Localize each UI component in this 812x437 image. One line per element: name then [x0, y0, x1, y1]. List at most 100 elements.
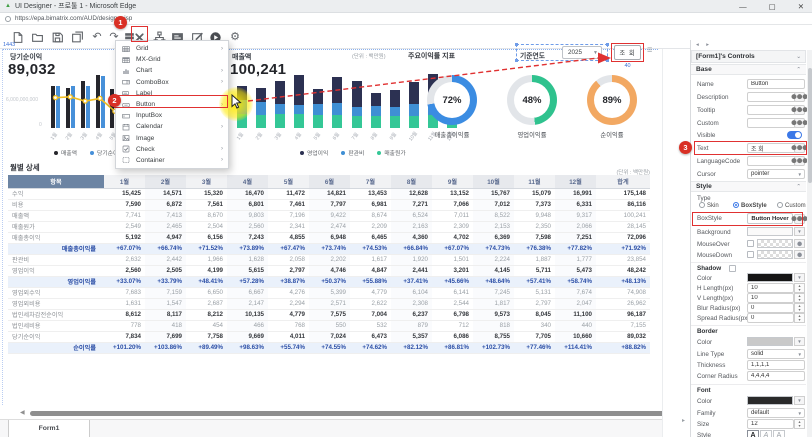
table-cell: 5,192 — [104, 232, 145, 243]
scroll-left-icon[interactable]: ◀ — [20, 409, 25, 416]
shadow-color-swatch[interactable] — [747, 273, 793, 282]
menu-item-chart[interactable]: Chart› — [116, 65, 228, 76]
table-cell: 418 — [145, 320, 186, 331]
table-cell: 4,145 — [473, 265, 514, 276]
table-cell: 2,309 — [432, 221, 473, 232]
custom-input[interactable] — [747, 118, 796, 128]
radio-skin[interactable]: Skin — [699, 202, 719, 209]
menu-item-calendar[interactable]: Calendar› — [116, 121, 228, 132]
chevron-down-icon[interactable]: ▼ — [794, 337, 805, 346]
section-style[interactable]: Style⌃ — [691, 181, 806, 192]
table-cell: 48,242 — [596, 265, 650, 276]
menu-item-combobox[interactable]: ComboBox› — [116, 77, 228, 88]
table-cell: +74.53% — [350, 243, 391, 254]
table-cell: +50.37% — [309, 276, 350, 287]
panel-header[interactable]: [Form1]'s Controls⌄ — [691, 50, 806, 63]
languagecode-input[interactable] — [747, 156, 796, 166]
blur-radius-input[interactable] — [747, 303, 794, 313]
spinner-icon[interactable]: ▲▼ — [794, 313, 805, 323]
radio-boxstyle[interactable]: BoxStyle — [733, 202, 767, 209]
thickness-input[interactable] — [747, 360, 805, 370]
maximize-button[interactable]: ▢ — [769, 2, 776, 11]
mouseover-swatch[interactable] — [757, 239, 793, 248]
save-icon[interactable] — [50, 30, 64, 44]
chevron-down-icon[interactable]: ▼ — [794, 273, 805, 282]
table-cell: 14,571 — [145, 188, 186, 199]
ellipsis-button[interactable]: ⬤ — [794, 250, 805, 259]
font-family-select[interactable]: default▼ — [747, 408, 805, 418]
table-cell: 2,153 — [473, 221, 514, 232]
italic-button[interactable]: A — [760, 430, 772, 437]
spinner-icon[interactable]: ▲▼ — [794, 303, 805, 313]
revenue-unit: (단위 : 백만원) — [352, 52, 386, 60]
menu-item-mx-grid[interactable]: MX-Grid — [116, 54, 228, 65]
visible-toggle[interactable] — [787, 131, 802, 139]
table-title: 월별 상세 — [10, 162, 40, 173]
menu-item-inputbox[interactable]: InputBox — [116, 110, 228, 121]
chevron-down-icon[interactable]: ▼ — [794, 227, 805, 236]
background-swatch[interactable] — [747, 227, 793, 236]
row-label: 영업외비용 — [8, 298, 104, 309]
section-base[interactable]: Base⌃ — [691, 64, 806, 75]
menu-item-grid[interactable]: Grid› — [116, 43, 228, 54]
table-cell: 2,224 — [473, 254, 514, 265]
shadow-checkbox[interactable] — [729, 265, 736, 272]
panel-resize-icon[interactable]: ▸ — [682, 417, 685, 424]
table-cell: 11,472 — [268, 188, 309, 199]
underline-button[interactable]: A — [773, 430, 785, 437]
spinner-icon[interactable]: ▲▼ — [794, 293, 805, 303]
bold-button[interactable]: A — [747, 430, 759, 437]
open-folder-icon[interactable] — [30, 30, 44, 44]
mouseover-checkbox[interactable] — [747, 240, 754, 247]
description-input[interactable] — [747, 92, 796, 102]
v-length-input[interactable] — [747, 293, 794, 303]
table-cell: 2,147 — [227, 298, 268, 309]
table-cell: 778 — [104, 320, 145, 331]
table-cell: 10,660 — [555, 331, 596, 342]
radio-custom[interactable]: Custom — [777, 202, 806, 209]
table-cell: 7,461 — [268, 199, 309, 210]
mousedown-swatch[interactable] — [757, 250, 793, 259]
table-cell: +101.20% — [104, 342, 145, 353]
name-input[interactable] — [747, 79, 805, 89]
undo-icon[interactable]: ↶ — [90, 30, 104, 44]
border-color-swatch[interactable] — [747, 337, 793, 346]
horizontal-scrollbar[interactable] — [30, 411, 676, 416]
spinner-icon[interactable]: ▲▼ — [794, 419, 805, 429]
settings-icon[interactable]: ⚙ — [228, 30, 242, 44]
menu-item-check[interactable]: Check› — [116, 144, 228, 155]
font-color-swatch[interactable] — [747, 396, 793, 405]
corner-radius-input[interactable] — [747, 371, 805, 381]
ellipsis-button[interactable]: ⬤ — [794, 239, 805, 248]
row-label: 순이익률 — [8, 342, 104, 353]
panel-scrollbar[interactable] — [807, 50, 812, 437]
save-all-icon[interactable] — [70, 30, 84, 44]
line-type-select[interactable]: solid▼ — [747, 349, 805, 359]
tab-form1[interactable]: Form1 — [8, 420, 90, 437]
ellipsis-button[interactable]: ⬤⬤⬤ — [794, 105, 805, 115]
table-row: 법인세비용77841845446676855053287971281834044… — [8, 320, 650, 331]
chevron-down-icon[interactable]: ▼ — [794, 396, 805, 405]
close-button[interactable]: ✕ — [798, 2, 804, 11]
spinner-icon[interactable]: ▲▼ — [794, 283, 805, 293]
h-length-input[interactable] — [747, 283, 794, 293]
menu-item-container[interactable]: Container› — [116, 155, 228, 166]
spread-radius-input[interactable] — [747, 313, 794, 323]
step-badge-2: 2 — [108, 94, 121, 107]
ellipsis-button[interactable]: ⬤⬤⬤ — [794, 156, 805, 166]
table-cell: 8,522 — [473, 210, 514, 221]
year-dropdown[interactable]: 2025 ▼ — [562, 46, 602, 59]
menu-item-image[interactable]: Image — [116, 133, 228, 144]
table-cell: +102.73% — [473, 342, 514, 353]
panel-nav-icons[interactable]: ◂ ▸ — [696, 42, 712, 48]
ellipsis-button[interactable]: ⬤⬤⬤ — [794, 92, 805, 102]
ellipsis-button[interactable]: ⬤⬤⬤ — [794, 118, 805, 128]
font-size-input[interactable] — [747, 419, 794, 429]
mousedown-checkbox[interactable] — [747, 251, 754, 258]
table-row: 당기순이익7,8347,6997,7589,6694,0117,0246,473… — [8, 331, 650, 342]
cursor-select[interactable]: pointer▼ — [747, 169, 805, 179]
tooltip-input[interactable] — [747, 105, 796, 115]
minimize-button[interactable]: — — [739, 2, 747, 11]
component-menu-icon[interactable]: ☰ — [647, 47, 652, 54]
designer-canvas[interactable]: 1443 당기순이익 89,032 6,000,000,000 0 1월2월3월… — [0, 49, 662, 411]
